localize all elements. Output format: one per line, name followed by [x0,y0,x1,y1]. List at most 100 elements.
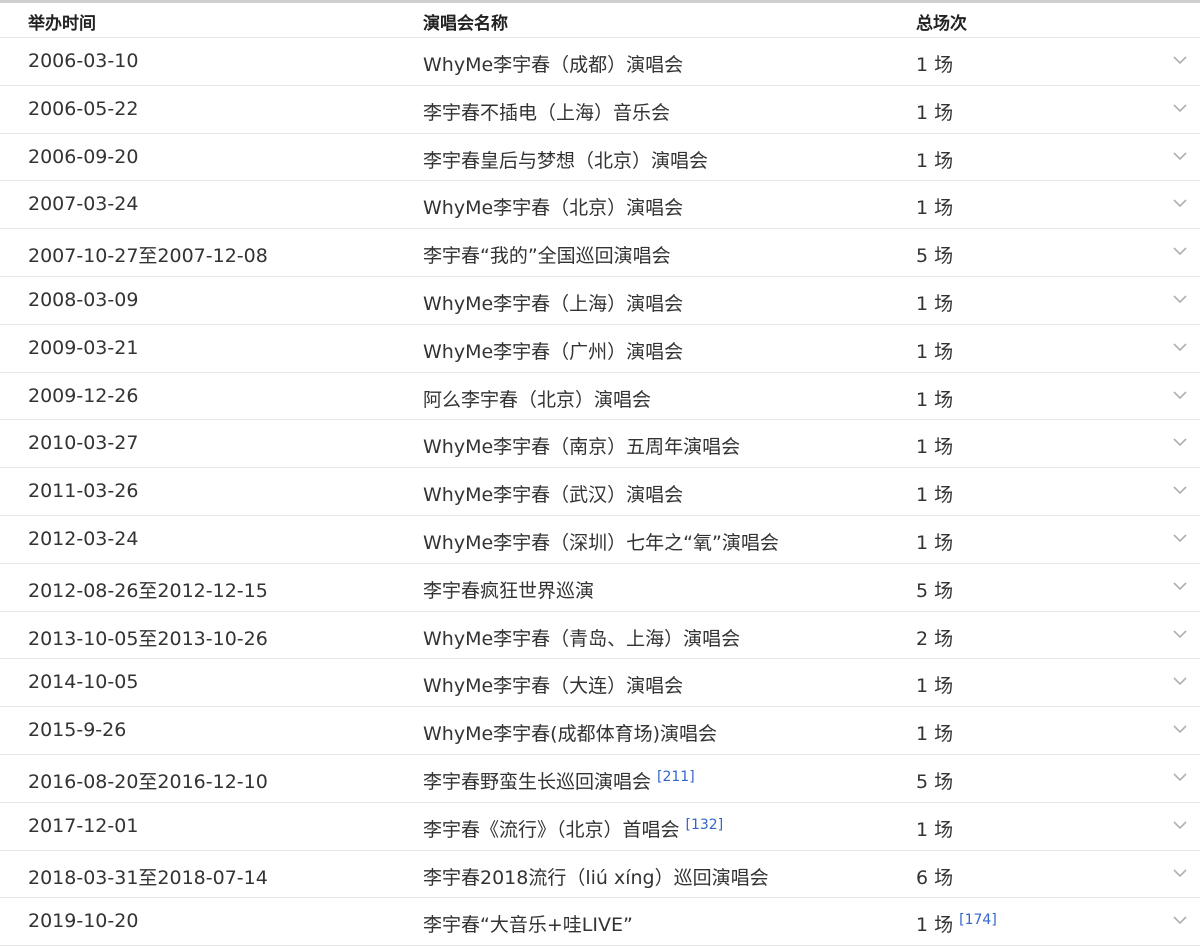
table-row[interactable]: 2018-03-31至2018-07-14 李宇春2018流行（liú xíng）… [0,851,1200,899]
total-shows: 1 场 [916,914,954,937]
concert-name-cell: 李宇春不插电（上海）音乐会 [423,98,670,125]
total-shows: 1 场 [916,197,954,220]
table-row[interactable]: 2006-05-22 李宇春不插电（上海）音乐会 1 场 [0,86,1200,134]
chevron-down-icon[interactable] [1173,868,1187,878]
table-row[interactable]: 2007-10-27至2007-12-08 李宇春“我的”全国巡回演唱会 5 场 [0,229,1200,277]
total-shows: 5 场 [916,579,954,602]
total-shows-cell: 1 场 [916,98,953,125]
total-shows-cell: 1 场 [916,480,953,507]
concert-date: 2007-10-27至2007-12-08 [28,245,268,268]
concert-date: 2006-05-22 [28,97,139,120]
concert-name: WhyMe李宇春（上海）演唱会 [423,292,684,315]
concert-name: WhyMe李宇春(成都体育场)演唱会 [423,723,717,746]
table-row[interactable]: 2006-09-20 李宇春皇后与梦想（北京）演唱会 1 场 [0,134,1200,182]
total-shows-cell: 1 场 [916,50,953,77]
concert-date: 2009-03-21 [28,336,139,359]
chevron-down-icon[interactable] [1173,581,1187,591]
concert-name: WhyMe李宇春（北京）演唱会 [423,197,684,220]
table-row[interactable]: 2009-12-26 阿么李宇春（北京）演唱会 1 场 [0,373,1200,421]
total-shows-cell: 1 场 [916,432,953,459]
concert-date: 2007-03-24 [28,193,139,216]
concert-name-cell: WhyMe李宇春（上海）演唱会 [423,289,683,316]
total-shows-cell: 1 场 [916,719,953,746]
total-shows: 1 场 [916,723,954,746]
chevron-down-icon[interactable] [1173,198,1187,208]
chevron-down-icon[interactable] [1173,533,1187,543]
concert-date: 2011-03-26 [28,480,139,503]
table-row[interactable]: 2007-03-24 WhyMe李宇春（北京）演唱会 1 场 [0,181,1200,230]
chevron-down-icon[interactable] [1173,246,1187,256]
concert-name: WhyMe李宇春（深圳）七年之“氧”演唱会 [423,531,779,554]
table-row[interactable]: 2014-10-05 WhyMe李宇春（大连）演唱会 1 场 [0,659,1200,708]
table-row[interactable]: 2016-08-20至2016-12-10 李宇春野蛮生长巡回演唱会 [211] 5 … [0,755,1200,803]
concert-name: 李宇春皇后与梦想（北京）演唱会 [423,149,709,172]
chevron-down-icon[interactable] [1173,151,1187,161]
table-row[interactable]: 2015-9-26 WhyMe李宇春(成都体育场)演唱会 1 场 [0,707,1200,755]
table-row[interactable]: 2019-10-20 李宇春“大音乐+哇LIVE” 1 场 [174] [0,898,1200,946]
concert-date: 2014-10-05 [28,671,139,694]
concert-name-cell: 李宇春皇后与梦想（北京）演唱会 [423,146,708,173]
concert-name: WhyMe李宇春（南京）五周年演唱会 [423,436,741,459]
table-header: 举办时间 演唱会名称 总场次 [0,3,1200,38]
concert-date: 2016-08-20至2016-12-10 [28,770,268,793]
concert-name-cell: WhyMe李宇春（北京）演唱会 [423,193,683,220]
concert-date: 2017-12-01 [28,814,139,837]
chevron-down-icon[interactable] [1173,485,1187,495]
header-concert-name: 演唱会名称 [423,14,508,34]
chevron-down-icon[interactable] [1173,724,1187,734]
concert-name: WhyMe李宇春（青岛、上海）演唱会 [423,627,741,650]
chevron-down-icon[interactable] [1173,294,1187,304]
table-row[interactable]: 2009-03-21 WhyMe李宇春（广州）演唱会 1 场 [0,325,1200,373]
concert-name: WhyMe李宇春（大连）演唱会 [423,675,684,698]
concert-date: 2009-12-26 [28,384,139,407]
total-shows-cell: 1 场 [916,146,953,173]
total-shows-cell: 1 场 [916,385,953,412]
concert-date: 2018-03-31至2018-07-14 [28,866,268,889]
total-shows: 1 场 [916,531,954,554]
concert-name: 李宇春疯狂世界巡演 [423,579,595,602]
concert-date: 2015-9-26 [28,719,127,742]
chevron-down-icon[interactable] [1173,915,1187,925]
concert-date: 2006-03-10 [28,50,139,72]
concert-name-cell: 李宇春野蛮生长巡回演唱会 [211] [423,767,695,794]
chevron-down-icon[interactable] [1173,390,1187,400]
reference-link[interactable]: [132] [686,817,724,833]
total-shows-cell: 6 场 [916,863,953,890]
table-row[interactable]: 2011-03-26 WhyMe李宇春（武汉）演唱会 1 场 [0,468,1200,516]
chevron-down-icon[interactable] [1173,103,1187,113]
concert-date: 2010-03-27 [28,432,139,455]
table-row[interactable]: 2017-12-01 李宇春《流行》（北京）首唱会 [132] 1 场 [0,803,1200,851]
concert-name-cell: 李宇春“大音乐+哇LIVE” [423,910,633,937]
concert-date: 2019-10-20 [28,910,139,933]
total-shows: 1 场 [916,818,954,841]
concert-name: 李宇春不插电（上海）音乐会 [423,101,671,124]
concert-name: 李宇春“我的”全国巡回演唱会 [423,245,671,268]
total-shows: 1 场 [916,149,954,172]
total-shows-cell: 5 场 [916,241,953,268]
chevron-down-icon[interactable] [1173,772,1187,782]
table-row[interactable]: 2012-03-24 WhyMe李宇春（深圳）七年之“氧”演唱会 1 场 [0,516,1200,564]
total-shows: 5 场 [916,245,954,268]
concert-name-cell: WhyMe李宇春（成都）演唱会 [423,50,683,77]
chevron-down-icon[interactable] [1173,342,1187,352]
reference-link[interactable]: [211] [657,769,695,785]
reference-link[interactable]: [174] [959,912,997,928]
total-shows: 2 场 [916,627,954,650]
chevron-down-icon[interactable] [1173,55,1187,65]
concert-name-cell: 阿么李宇春（北京）演唱会 [423,385,651,412]
chevron-down-icon[interactable] [1173,437,1187,447]
table-row[interactable]: 2010-03-27 WhyMe李宇春（南京）五周年演唱会 1 场 [0,420,1200,469]
concert-date: 2013-10-05至2013-10-26 [28,627,268,650]
total-shows: 1 场 [916,54,954,76]
table-row[interactable]: 2008-03-09 WhyMe李宇春（上海）演唱会 1 场 [0,277,1200,325]
concert-name-cell: 李宇春《流行》（北京）首唱会 [132] [423,815,723,842]
total-shows-cell: 1 场 [916,193,953,220]
concert-date: 2006-09-20 [28,145,139,168]
table-row[interactable]: 2012-08-26至2012-12-15 李宇春疯狂世界巡演 5 场 [0,564,1200,612]
table-row[interactable]: 2006-03-10 WhyMe李宇春（成都）演唱会 1 场 [0,38,1200,86]
chevron-down-icon[interactable] [1173,676,1187,686]
chevron-down-icon[interactable] [1173,820,1187,830]
concert-date: 2008-03-09 [28,288,139,311]
chevron-down-icon[interactable] [1173,629,1187,639]
table-row[interactable]: 2013-10-05至2013-10-26 WhyMe李宇春（青岛、上海）演唱会 2… [0,612,1200,660]
